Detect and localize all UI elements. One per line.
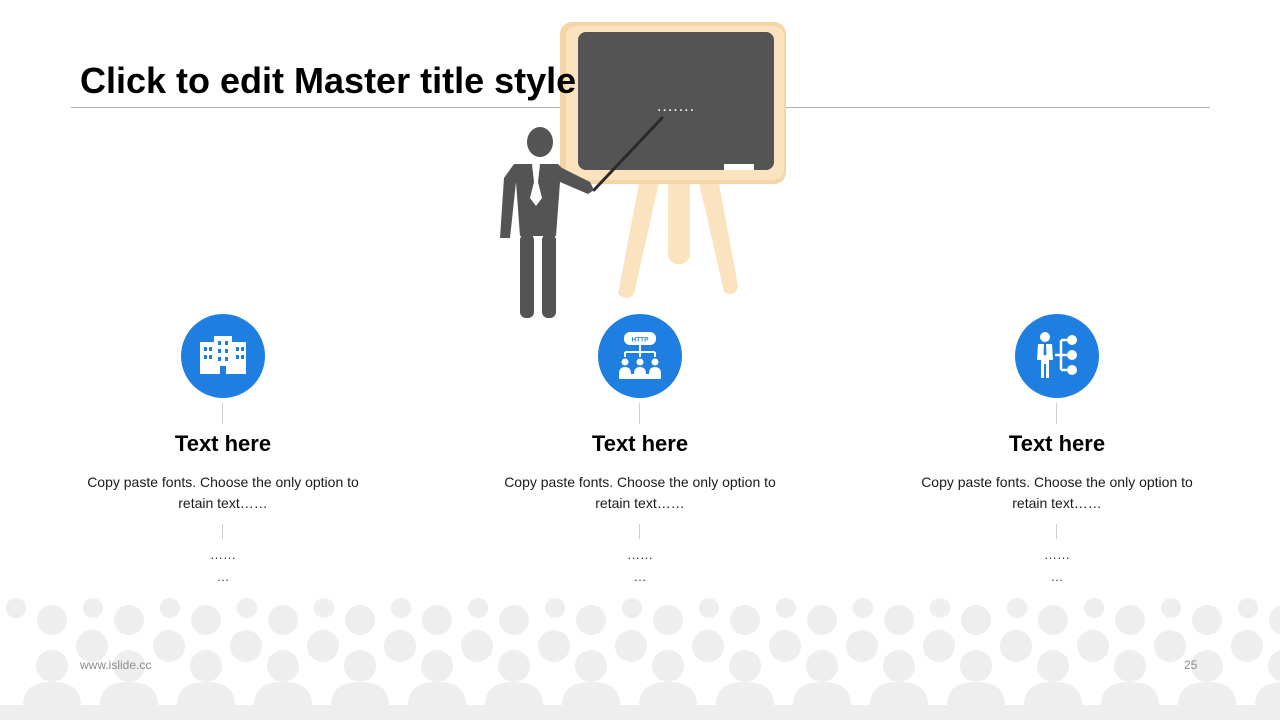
column-description[interactable]: Copy paste fonts. Choose the only option… bbox=[907, 472, 1207, 514]
board-text: ....... bbox=[657, 98, 695, 115]
connector-line bbox=[222, 403, 223, 424]
column-ellipsis: … bbox=[216, 569, 230, 584]
connector-line bbox=[1056, 403, 1057, 424]
column-heading[interactable]: Text here bbox=[73, 431, 373, 457]
person-org-chart-icon[interactable] bbox=[1015, 314, 1099, 398]
column-ellipsis: …… bbox=[627, 547, 653, 562]
slide-title[interactable]: Click to edit Master title style bbox=[80, 60, 576, 102]
connector-line bbox=[639, 524, 640, 539]
connector-line bbox=[639, 403, 640, 424]
column-heading[interactable]: Text here bbox=[490, 431, 790, 457]
building-icon[interactable] bbox=[181, 314, 265, 398]
column-ellipsis: …… bbox=[1044, 547, 1070, 562]
svg-text:HTTP: HTTP bbox=[632, 337, 650, 344]
crowd-background bbox=[6, 598, 1280, 705]
column-heading[interactable]: Text here bbox=[907, 431, 1207, 457]
bottom-band bbox=[0, 705, 1280, 720]
column-description[interactable]: Copy paste fonts. Choose the only option… bbox=[73, 472, 373, 514]
slide: Click to edit Master title style ....... bbox=[0, 0, 1280, 720]
chalkboard: ....... bbox=[560, 22, 786, 184]
page-number: 25 bbox=[1184, 658, 1198, 672]
column-ellipsis: … bbox=[633, 569, 647, 584]
column-ellipsis: … bbox=[1050, 569, 1064, 584]
footer-url[interactable]: www.islide.cc bbox=[80, 658, 151, 672]
connector-line bbox=[1056, 524, 1057, 539]
easel bbox=[618, 168, 738, 298]
connector-line bbox=[222, 524, 223, 539]
column-ellipsis: …… bbox=[210, 547, 236, 562]
column-description[interactable]: Copy paste fonts. Choose the only option… bbox=[490, 472, 790, 514]
